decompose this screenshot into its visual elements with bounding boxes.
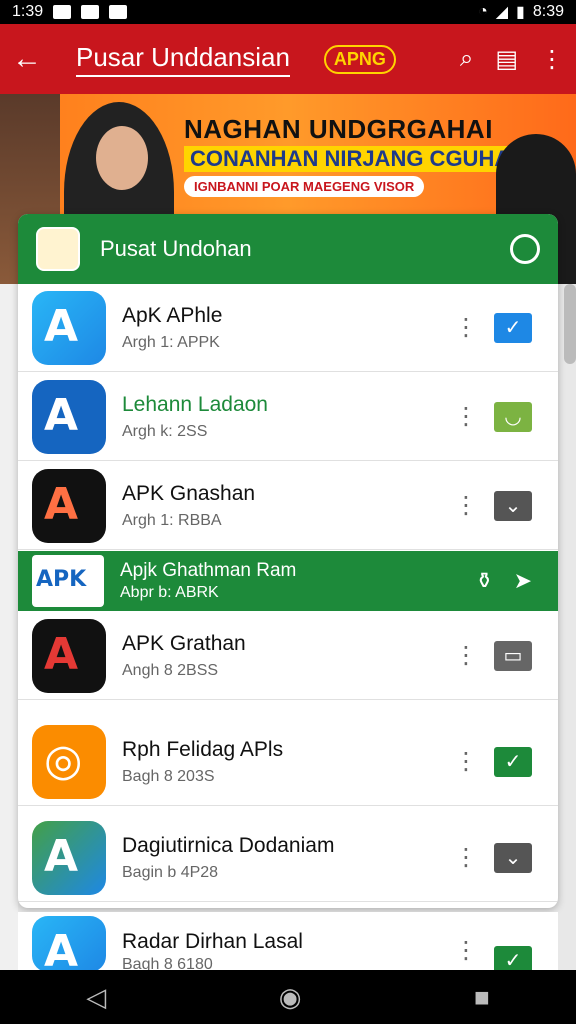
app-title: Pusar Unddansian	[76, 42, 290, 77]
banner-subheadline: CONANHAN NIRJANG CGUHAR	[184, 146, 533, 172]
status-bar: 1:39 ◔ ◢ ▮ 8:39	[0, 0, 576, 24]
app-bar: ← Pusar Unddansian APNG ⌕ ▤ ⋮	[0, 24, 576, 94]
app-name: Lehann Ladaon	[122, 392, 268, 416]
avatar	[36, 227, 80, 271]
search-icon[interactable]: ⌕	[460, 45, 473, 73]
app-icon: A	[32, 618, 106, 693]
app-icon	[109, 5, 128, 19]
more-options-icon[interactable]: ⋮	[454, 936, 478, 965]
app-icon: A	[32, 290, 106, 365]
nav-bar: ◁ ◉ ■	[0, 970, 576, 1024]
app-name: Dagiutirnica Dodaniam	[122, 833, 335, 857]
app-icon: APK	[32, 555, 104, 607]
more-options-icon[interactable]: ⋮	[454, 491, 478, 520]
app-badge[interactable]: APNG	[323, 44, 396, 74]
search-icon[interactable]	[510, 234, 540, 264]
background-list	[0, 284, 18, 974]
scrollbar[interactable]	[564, 284, 576, 364]
checkbox[interactable]: ⌄	[494, 842, 532, 873]
app-name: Apjk Ghathman Ram	[120, 560, 297, 581]
status-clock: 8:39	[532, 3, 564, 20]
list-item-highlighted[interactable]: APK Apjk Ghathman Ram Abpr b: ABRK ⚱ ➤	[18, 551, 558, 611]
app-icon: A	[32, 820, 106, 895]
app-subtitle: Bagin b 4P28	[122, 863, 219, 881]
list-item[interactable]: A Radar Dirhan Lasal Bagh 8 6180 ⋮ ✓	[18, 912, 558, 977]
list-item[interactable]: A Lehann Ladaon Argh k: 2SS ⋮ ◡	[18, 373, 558, 461]
recents-icon[interactable]: ■	[474, 982, 490, 1013]
panel-header: Pusat Undohan	[18, 214, 558, 284]
battery-icon: ▮	[516, 4, 525, 21]
back-icon[interactable]: ◁	[86, 982, 106, 1013]
app-subtitle: Argh k: 2SS	[122, 422, 208, 440]
person-face	[96, 126, 148, 190]
notification-icon	[53, 5, 72, 19]
share-icon[interactable]: ➤	[514, 568, 532, 594]
list-item[interactable]: A Dagiutirnica Dodaniam Bagin b 4P28 ⋮ ⌄	[18, 814, 558, 902]
list-item[interactable]: A ApK APhle Argh 1: APPK ⋮ ✓	[18, 284, 558, 372]
checkbox[interactable]: ▭	[494, 640, 532, 671]
checkbox[interactable]: ⌄	[494, 490, 532, 521]
app-subtitle: Argh 1: RBBA	[122, 511, 222, 529]
more-options-icon[interactable]: ⋮	[454, 313, 478, 342]
app-icon: A	[32, 379, 106, 454]
status-time: 1:39	[12, 3, 44, 20]
app-subtitle: Argh 1: APPK	[122, 333, 220, 351]
checkbox[interactable]: ◡	[494, 401, 532, 432]
more-options-icon[interactable]: ⋮	[454, 843, 478, 872]
banner-cta[interactable]: IGNBANNI POAR MAEGENG VISOR	[184, 176, 425, 197]
app-subtitle: Bagh 8 203S	[122, 767, 215, 785]
app-name: APK Gnashan	[122, 481, 256, 505]
bottle-icon[interactable]: ⚱	[475, 568, 493, 594]
checkbox[interactable]: ✓	[494, 746, 532, 777]
list-item[interactable]: ◎ Rph Felidag APls Bagh 8 203S ⋮ ✓	[18, 718, 558, 806]
profile-icon[interactable]: ▤	[495, 45, 518, 74]
app-name: Radar Dirhan Lasal	[122, 930, 303, 953]
more-options-icon[interactable]: ⋮	[454, 641, 478, 670]
banner-headline: NAGHAN UNDGRGAHAI	[184, 114, 493, 144]
app-name: Rph Felidag APls	[122, 737, 284, 761]
list-item[interactable]: A APK Gnashan Argh 1: RBBA ⋮ ⌄	[18, 462, 558, 550]
app-icon: ◎	[32, 724, 106, 799]
wifi-icon: ◔	[478, 3, 488, 20]
app-name: ApK APhle	[122, 303, 223, 327]
download-panel: Pusat Undohan A ApK APhle Argh 1: APPK ⋮…	[18, 214, 558, 908]
more-icon[interactable]: ⋮	[540, 45, 564, 74]
app-icon: A	[32, 468, 106, 543]
app-subtitle: Abpr b: ABRK	[120, 584, 219, 601]
panel-title: Pusat Undohan	[100, 236, 252, 261]
home-icon[interactable]: ◉	[279, 982, 302, 1013]
app-name: APK Grathan	[122, 631, 246, 655]
list-item[interactable]: A APK Grathan Angh 8 2BSS ⋮ ▭	[18, 612, 558, 700]
checkbox[interactable]: ✓	[494, 312, 532, 343]
more-options-icon[interactable]: ⋮	[454, 747, 478, 776]
app-subtitle: Angh 8 2BSS	[122, 661, 219, 679]
image-icon	[81, 5, 100, 19]
back-arrow-icon[interactable]: ←	[12, 42, 56, 76]
more-options-icon[interactable]: ⋮	[454, 402, 478, 431]
signal-icon: ◢	[495, 4, 509, 21]
app-icon: A	[32, 916, 106, 977]
